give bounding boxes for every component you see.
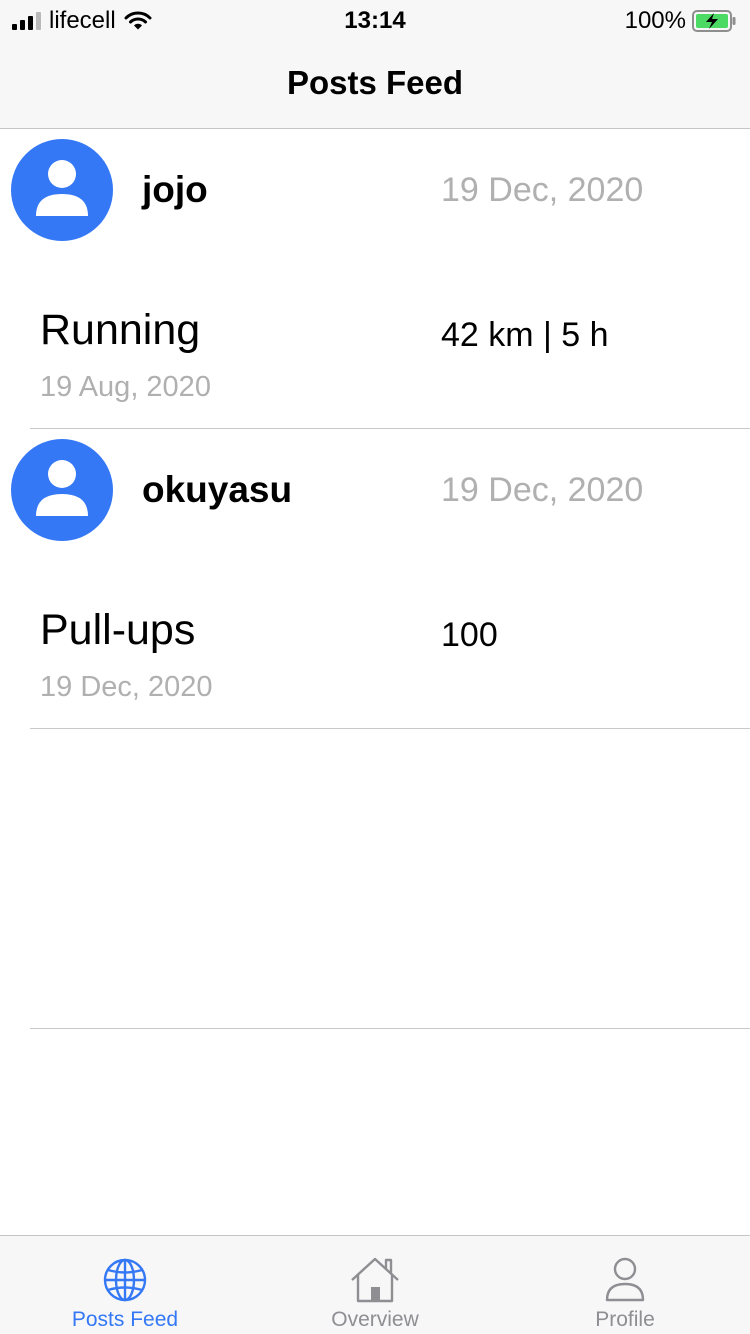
status-bar: lifecell 13:14 100% — [0, 0, 750, 40]
app-screen: lifecell 13:14 100% Posts Feed jojo 19 D… — [0, 0, 750, 1334]
tab-profile[interactable]: Profile — [500, 1236, 750, 1334]
battery-charging-icon — [692, 10, 736, 32]
activity-date: 19 Aug, 2020 — [40, 371, 211, 403]
page-title: Posts Feed — [286, 64, 464, 101]
activity-name: Pull-ups — [40, 606, 196, 654]
tab-label: Posts Feed — [71, 1308, 179, 1331]
activity-date: 19 Dec, 2020 — [40, 671, 213, 703]
empty-list-row — [0, 729, 750, 1029]
tab-label: Overview — [331, 1308, 419, 1331]
post-item[interactable]: okuyasu 19 Dec, 2020 Pull-ups 100 19 Dec… — [0, 429, 750, 729]
status-right: 100% — [625, 7, 736, 35]
person-icon — [36, 160, 88, 216]
avatar[interactable] — [11, 439, 113, 541]
navigation-bar: Posts Feed — [0, 40, 750, 129]
globe-icon — [103, 1258, 147, 1302]
post-username[interactable]: jojo — [142, 169, 208, 211]
person-icon — [36, 460, 88, 516]
tab-posts-feed[interactable]: Posts Feed — [0, 1236, 250, 1334]
row-divider — [30, 1028, 750, 1029]
house-icon — [351, 1257, 399, 1303]
post-item[interactable]: jojo 19 Dec, 2020 Running 42 km | 5 h 19… — [0, 129, 750, 429]
post-date: 19 Dec, 2020 — [441, 171, 644, 209]
post-username[interactable]: okuyasu — [142, 469, 292, 511]
battery-percent: 100% — [624, 7, 686, 34]
tab-overview[interactable]: Overview — [250, 1236, 500, 1334]
tab-label: Profile — [595, 1308, 655, 1331]
posts-feed-list[interactable]: jojo 19 Dec, 2020 Running 42 km | 5 h 19… — [0, 129, 750, 1029]
tab-bar: Posts Feed Overview Profile — [0, 1235, 750, 1334]
post-date: 19 Dec, 2020 — [441, 471, 644, 509]
activity-name: Running — [40, 306, 201, 354]
avatar[interactable] — [11, 139, 113, 241]
person-icon — [605, 1257, 645, 1302]
activity-metric: 42 km | 5 h — [441, 316, 609, 354]
activity-metric: 100 — [441, 616, 498, 654]
